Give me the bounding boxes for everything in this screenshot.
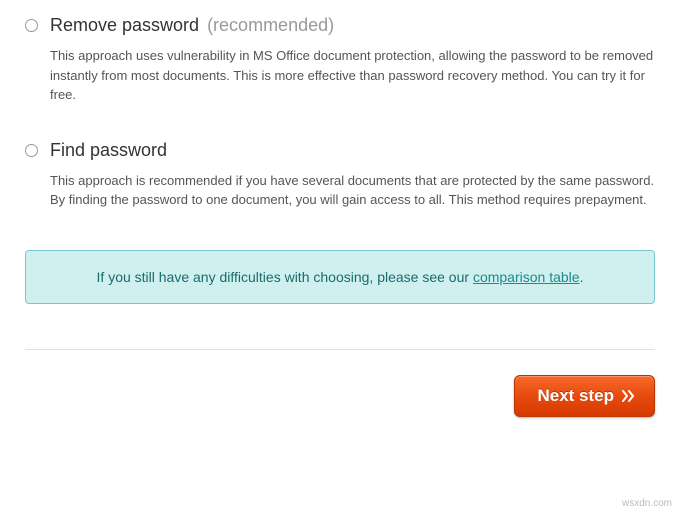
divider <box>25 349 655 350</box>
option-remove-password: Remove password (recommended) This appro… <box>25 15 655 105</box>
option-description: This approach is recommended if you have… <box>50 171 655 210</box>
option-title: Find password <box>50 140 167 161</box>
info-box: If you still have any difficulties with … <box>25 250 655 304</box>
watermark: wsxdn.com <box>622 498 672 509</box>
next-step-label: Next step <box>537 386 614 406</box>
info-text-suffix: . <box>580 269 584 285</box>
option-header: Remove password (recommended) <box>25 15 655 36</box>
option-find-password: Find password This approach is recommend… <box>25 140 655 210</box>
option-title: Remove password <box>50 15 199 36</box>
option-hint: (recommended) <box>207 15 334 36</box>
option-description: This approach uses vulnerability in MS O… <box>50 46 655 105</box>
next-step-button[interactable]: Next step <box>514 375 655 417</box>
radio-remove-password[interactable] <box>25 19 38 32</box>
chevron-right-icon <box>622 390 636 402</box>
radio-find-password[interactable] <box>25 144 38 157</box>
button-row: Next step <box>25 375 655 417</box>
comparison-table-link[interactable]: comparison table <box>473 269 580 285</box>
info-text-prefix: If you still have any difficulties with … <box>97 269 473 285</box>
option-header: Find password <box>25 140 655 161</box>
